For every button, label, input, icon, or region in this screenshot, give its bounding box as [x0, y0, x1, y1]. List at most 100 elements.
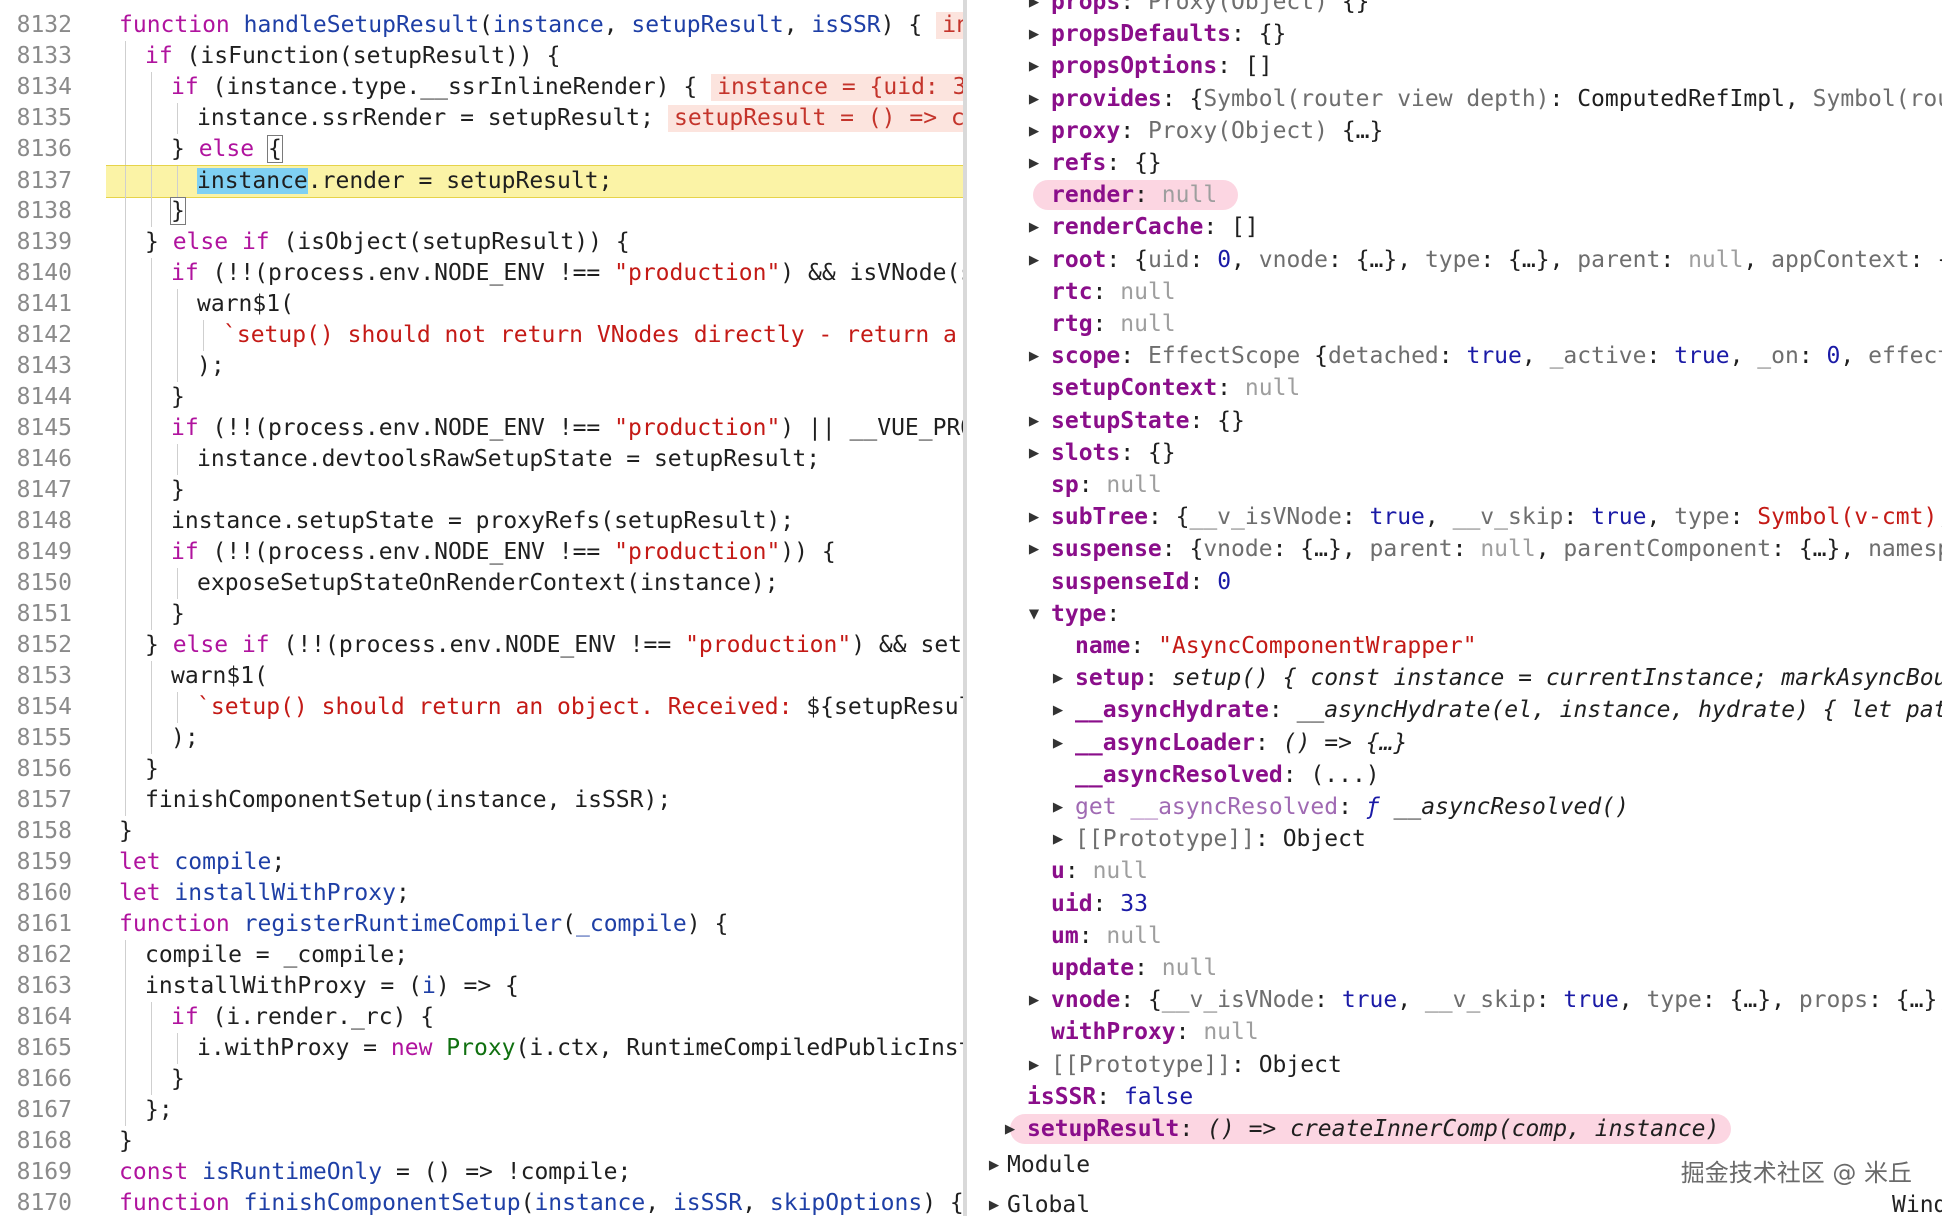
expand-triangle-icon[interactable]: ▶ — [1003, 1113, 1017, 1145]
code-line[interactable]: 8141 warn$1( — [0, 289, 963, 320]
expand-triangle-icon[interactable]: ▶ — [1027, 244, 1041, 276]
line-number[interactable]: 8134 — [0, 72, 72, 103]
code-line[interactable]: 8161 function registerRuntimeCompiler(_co… — [0, 909, 963, 940]
code-line[interactable]: 8148 instance.setupState = proxyRefs(setu… — [0, 506, 963, 537]
code-line[interactable]: 8134 if (instance.type.__ssrInlineRender)… — [0, 72, 963, 103]
expand-triangle-icon[interactable]: ▶ — [1051, 662, 1065, 694]
expand-triangle-icon[interactable]: ▶ — [1051, 791, 1065, 823]
line-number[interactable]: 8137 — [0, 166, 72, 197]
code-line[interactable]: 8162 compile = _compile; — [0, 940, 963, 971]
code-line[interactable]: 8167}; — [0, 1095, 963, 1126]
line-number[interactable]: 8139 — [0, 227, 72, 258]
scope-property-row[interactable]: ▶ root: {uid: 0, vnode: {…}, type: {…}, p… — [967, 244, 1942, 276]
code-line[interactable]: 8166} — [0, 1064, 963, 1095]
line-number[interactable]: 8142 — [0, 320, 72, 351]
scope-property-row[interactable]: setupContext: null — [967, 372, 1942, 404]
scope-property-row[interactable]: __asyncResolved: (...) — [967, 759, 1942, 791]
scope-property-row[interactable]: ▶ subTree: {__v_isVNode: true, __v_skip: … — [967, 501, 1942, 533]
code-line[interactable]: 8140 if (!!(process.env.NODE_ENV !== "pro… — [0, 258, 963, 289]
scope-property-row[interactable]: ▶ [[Prototype]]: Object — [967, 1049, 1942, 1081]
code-line[interactable]: 8144} — [0, 382, 963, 413]
line-number[interactable]: 8155 — [0, 723, 72, 754]
scope-property-row[interactable]: name: "AsyncComponentWrapper" — [967, 630, 1942, 662]
scope-property-row[interactable]: um: null — [967, 920, 1942, 952]
expand-triangle-icon[interactable]: ▶ — [1027, 50, 1041, 82]
scope-property-row[interactable]: ▶ get __asyncResolved: ƒ __asyncResolved(… — [967, 791, 1942, 823]
scope-property-row[interactable]: ▼ type: — [967, 598, 1942, 630]
line-number[interactable]: 8138 — [0, 196, 72, 227]
expand-triangle-icon[interactable]: ▶ — [1027, 147, 1041, 179]
code-line[interactable]: 8152} else if (!!(process.env.NODE_ENV !… — [0, 630, 963, 661]
collapse-triangle-icon[interactable]: ▼ — [1027, 598, 1041, 630]
line-number[interactable]: 8162 — [0, 940, 72, 971]
scope-panel[interactable]: ▶ props: Proxy(Object) {} ▶ propsDefaults: … — [967, 0, 1942, 1216]
line-number[interactable]: 8132 — [0, 10, 72, 41]
line-number[interactable]: 8135 — [0, 103, 72, 134]
line-number[interactable]: 8159 — [0, 847, 72, 878]
line-number[interactable]: 8166 — [0, 1064, 72, 1095]
scope-property-row[interactable]: ▶ slots: {} — [967, 437, 1942, 469]
expand-triangle-icon[interactable]: ▶ — [1027, 984, 1041, 1016]
code-line[interactable]: 8145 if (!!(process.env.NODE_ENV !== "pro… — [0, 413, 963, 444]
line-number[interactable]: 8145 — [0, 413, 72, 444]
line-number[interactable]: 8149 — [0, 537, 72, 568]
scope-property-row[interactable]: ▶ scope: EffectScope {detached: true, _ac… — [967, 340, 1942, 372]
scope-property-row[interactable]: ▶ __asyncLoader: () => {…} — [967, 727, 1942, 759]
code-line[interactable]: 8170 function finishComponentSetup(instan… — [0, 1188, 963, 1216]
inline-value-preview[interactable]: setupResult = () => cre — [667, 105, 963, 132]
code-line[interactable]: 8149 if (!!(process.env.NODE_ENV !== "pro… — [0, 537, 963, 568]
code-line[interactable]: 8151} — [0, 599, 963, 630]
code-line[interactable]: 8139} else if (isObject(setupResult)) { — [0, 227, 963, 258]
line-number[interactable]: 8151 — [0, 599, 72, 630]
scope-property-row[interactable]: sp: null — [967, 469, 1942, 501]
scope-property-row[interactable]: ▶ vnode: {__v_isVNode: true, __v_skip: tr… — [967, 984, 1942, 1016]
scope-property-row[interactable]: ▶ refs: {} — [967, 147, 1942, 179]
code-line[interactable]: 8154 `setup() should return an object. Re… — [0, 692, 963, 723]
line-number[interactable]: 8147 — [0, 475, 72, 506]
scope-property-row[interactable]: ▶ renderCache: [] — [967, 211, 1942, 243]
line-number[interactable]: 8146 — [0, 444, 72, 475]
scope-property-row[interactable]: ▶ proxy: Proxy(Object) {…} — [967, 115, 1942, 147]
expand-triangle-icon[interactable]: ▶ — [1027, 18, 1041, 50]
expand-triangle-icon[interactable]: ▶ — [987, 1189, 1001, 1216]
line-number[interactable]: 8143 — [0, 351, 72, 382]
expand-triangle-icon[interactable]: ▶ — [1027, 405, 1041, 437]
code-line[interactable]: 8136} else { — [0, 134, 963, 165]
line-number[interactable]: 8167 — [0, 1095, 72, 1126]
expand-triangle-icon[interactable]: ▶ — [1027, 1049, 1041, 1081]
code-line[interactable]: 8165 i.withProxy = new Proxy(i.ctx, Runti… — [0, 1033, 963, 1064]
scope-property-row[interactable]: rtg: null — [967, 308, 1942, 340]
code-line[interactable]: 8146 instance.devtoolsRawSetupState = set… — [0, 444, 963, 475]
code-line[interactable]: 8142 `setup() should not return VNodes di… — [0, 320, 963, 351]
code-line[interactable]: 8138} — [0, 196, 963, 227]
scope-property-row[interactable]: ▶ setup: setup() { const instance = curre… — [967, 662, 1942, 694]
expand-triangle-icon[interactable]: ▶ — [1027, 0, 1041, 18]
scope-property-row[interactable]: isSSR: false — [967, 1081, 1942, 1113]
scope-property-row[interactable]: render: null — [967, 179, 1942, 211]
scope-property-row[interactable]: ▶ suspense: {vnode: {…}, parent: null, pa… — [967, 533, 1942, 565]
code-line[interactable]: 8132 function handleSetupResult(instance,… — [0, 10, 963, 41]
code-line[interactable]: 8135 instance.ssrRender = setupResult; set… — [0, 103, 963, 134]
line-number[interactable]: 8170 — [0, 1188, 72, 1216]
line-number[interactable]: 8141 — [0, 289, 72, 320]
line-number[interactable]: 8133 — [0, 41, 72, 72]
expand-triangle-icon[interactable]: ▶ — [1027, 83, 1041, 115]
scope-property-row[interactable]: ▶ provides: {Symbol(router view depth): C… — [967, 83, 1942, 115]
code-line[interactable]: 8164 if (i.render._rc) { — [0, 1002, 963, 1033]
code-line[interactable]: 8150 exposeSetupStateOnRenderContext(inst… — [0, 568, 963, 599]
scope-property-row[interactable]: u: null — [967, 855, 1942, 887]
scope-property-row[interactable]: uid: 33 — [967, 888, 1942, 920]
scope-section-global[interactable]: ▶ Global Wind — [967, 1189, 1942, 1216]
inline-value-preview[interactable]: inst — [936, 12, 963, 39]
line-number[interactable]: 8158 — [0, 816, 72, 847]
code-line[interactable]: 8159 let compile; — [0, 847, 963, 878]
scope-property-row[interactable]: ▶ __asyncHydrate: __asyncHydrate(el, inst… — [967, 694, 1942, 726]
code-line[interactable]: 8156} — [0, 754, 963, 785]
expand-triangle-icon[interactable]: ▶ — [1027, 437, 1041, 469]
line-number[interactable]: 8136 — [0, 134, 72, 165]
scope-property-row[interactable]: ▶ propsDefaults: {} — [967, 18, 1942, 50]
scope-property-row[interactable]: ▶ props: Proxy(Object) {} — [967, 0, 1942, 18]
line-number[interactable]: 8152 — [0, 630, 72, 661]
expand-triangle-icon[interactable]: ▶ — [1027, 211, 1041, 243]
code-line[interactable]: 8163 installWithProxy = (i) => { — [0, 971, 963, 1002]
